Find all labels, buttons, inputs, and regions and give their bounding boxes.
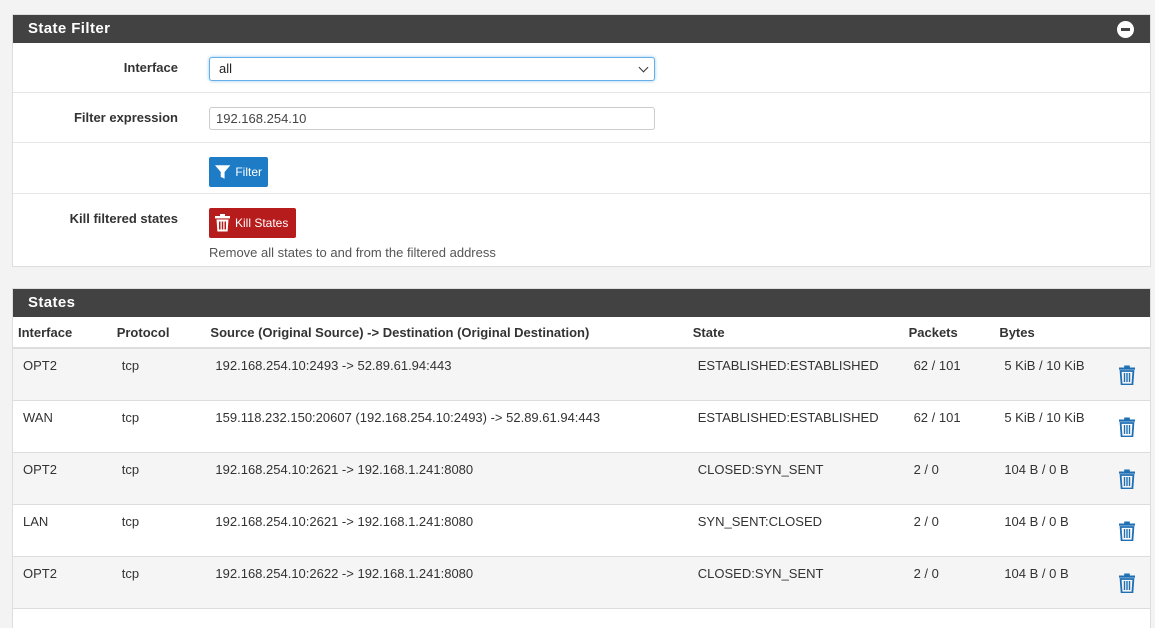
cell-interface: WAN: [13, 400, 112, 453]
cell-src-dst: 159.118.232.150:20607 (192.168.254.10:24…: [205, 400, 688, 453]
kill-states-button[interactable]: Kill States: [209, 208, 296, 238]
cell-state: ESTABLISHED:ESTABLISHED: [687, 348, 904, 401]
filter-button-label: Filter: [235, 165, 262, 179]
cell-packets: 62 / 101: [903, 348, 995, 401]
cell-actions: [1104, 348, 1150, 401]
states-heading: States: [13, 289, 1150, 317]
cell-actions: [1104, 400, 1150, 453]
cell-bytes: 5 KiB / 10 KiB: [994, 400, 1105, 453]
cell-state: CLOSED:SYN_SENT: [687, 452, 904, 505]
column-header-actions: [1104, 317, 1150, 349]
filter-button[interactable]: Filter: [209, 157, 268, 187]
cell-protocol: tcp: [111, 452, 206, 505]
cell-bytes: 104 B / 0 B: [994, 452, 1105, 505]
cell-packets: 62 / 101: [903, 400, 995, 453]
interface-label: Interface: [123, 60, 178, 75]
cell-interface: LAN: [13, 504, 112, 557]
filter-icon: [214, 165, 231, 179]
trash-icon: [215, 214, 230, 232]
states-title: States: [28, 294, 76, 311]
interface-row: Interface all: [13, 43, 1150, 93]
trash-icon[interactable]: [1118, 469, 1136, 492]
cell-interface: OPT2: [13, 452, 112, 505]
cell-packets: 2 / 0: [903, 556, 995, 609]
cell-actions: [1104, 452, 1150, 505]
states-panel: States Interface Protocol Source (Origin…: [12, 288, 1151, 628]
filter-expression-label: Filter expression: [73, 110, 178, 125]
column-header-protocol[interactable]: Protocol: [111, 317, 206, 349]
table-row: LAN tcp 192.168.254.10:2621 -> 192.168.1.2…: [13, 504, 1150, 557]
cell-protocol: tcp: [111, 348, 206, 401]
table-row: OPT2 tcp 192.168.254.10:2621 -> 192.168.1.…: [13, 452, 1150, 505]
trash-icon[interactable]: [1118, 417, 1136, 440]
state-filter-heading: State Filter: [13, 15, 1150, 43]
cell-src-dst: 192.168.254.10:2493 -> 52.89.61.94:443: [205, 348, 688, 401]
collapse-icon[interactable]: [1117, 21, 1134, 38]
interface-select[interactable]: all: [209, 57, 655, 81]
column-header-interface[interactable]: Interface: [13, 317, 112, 349]
states-table: Interface Protocol Source (Original Sour…: [13, 317, 1150, 609]
cell-src-dst: 192.168.254.10:2621 -> 192.168.1.241:808…: [205, 504, 688, 557]
kill-states-row: Kill filtered states Kill States Remove …: [13, 194, 1150, 270]
table-row: OPT2 tcp 192.168.254.10:2493 -> 52.89.61.9…: [13, 348, 1150, 401]
trash-icon[interactable]: [1118, 521, 1136, 544]
cell-bytes: 104 B / 0 B: [994, 504, 1105, 557]
column-header-source-destination[interactable]: Source (Original Source) -> Destination …: [205, 317, 688, 349]
state-filter-panel: State Filter Interface all Filter expres…: [12, 14, 1151, 267]
kill-filtered-states-label: Kill filtered states: [69, 211, 178, 226]
table-row: WAN tcp 159.118.232.150:20607 (192.168.254…: [13, 400, 1150, 453]
cell-protocol: tcp: [111, 400, 206, 453]
cell-bytes: 104 B / 0 B: [994, 556, 1105, 609]
cell-protocol: tcp: [111, 556, 206, 609]
column-header-bytes[interactable]: Bytes: [994, 317, 1105, 349]
states-table-body: OPT2 tcp 192.168.254.10:2493 -> 52.89.61.9…: [13, 348, 1150, 609]
filter-button-row: Filter: [13, 143, 1150, 194]
chevron-down-icon: [638, 62, 649, 73]
cell-actions: [1104, 556, 1150, 609]
column-header-packets[interactable]: Packets: [903, 317, 995, 349]
kill-states-help-text: Remove all states to and from the filter…: [209, 245, 496, 260]
state-filter-title: State Filter: [28, 20, 111, 37]
column-header-state[interactable]: State: [687, 317, 904, 349]
kill-states-button-label: Kill States: [235, 216, 289, 230]
cell-src-dst: 192.168.254.10:2621 -> 192.168.1.241:808…: [205, 452, 688, 505]
table-row: OPT2 tcp 192.168.254.10:2622 -> 192.168.1.…: [13, 556, 1150, 609]
cell-actions: [1104, 504, 1150, 557]
cell-packets: 2 / 0: [903, 504, 995, 557]
trash-icon[interactable]: [1118, 365, 1136, 388]
cell-state: SYN_SENT:CLOSED: [687, 504, 904, 557]
cell-bytes: 5 KiB / 10 KiB: [994, 348, 1105, 401]
cell-state: ESTABLISHED:ESTABLISHED: [687, 400, 904, 453]
cell-interface: OPT2: [13, 348, 112, 401]
cell-protocol: tcp: [111, 504, 206, 557]
trash-icon[interactable]: [1118, 573, 1136, 596]
cell-state: CLOSED:SYN_SENT: [687, 556, 904, 609]
cell-src-dst: 192.168.254.10:2622 -> 192.168.1.241:808…: [205, 556, 688, 609]
cell-interface: OPT2: [13, 556, 112, 609]
filter-expression-row: Filter expression 192.168.254.10: [13, 93, 1150, 143]
states-table-header: Interface Protocol Source (Original Sour…: [13, 317, 1150, 349]
cell-packets: 2 / 0: [903, 452, 995, 505]
interface-select-value: all: [219, 61, 233, 76]
filter-expression-input[interactable]: 192.168.254.10: [209, 107, 655, 130]
